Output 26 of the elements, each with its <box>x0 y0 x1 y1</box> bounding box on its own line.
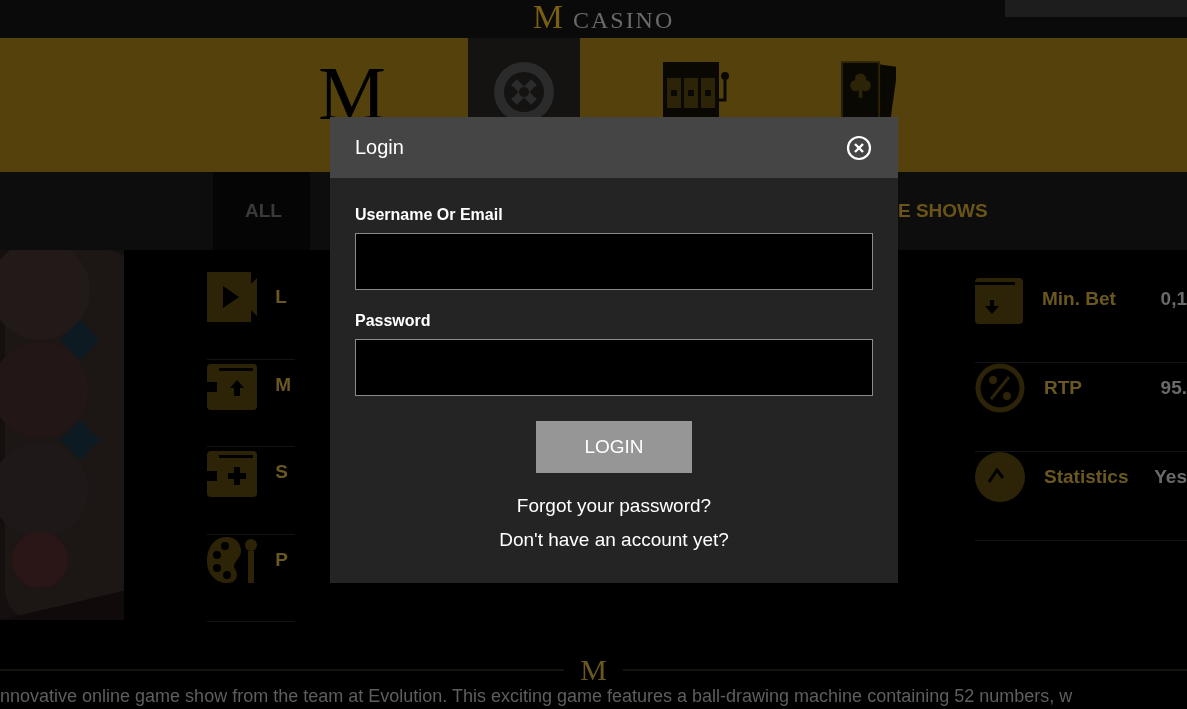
feature-label: S <box>275 461 288 483</box>
feature-label: P <box>275 548 288 571</box>
casino-logo[interactable]: M CASINO <box>532 0 675 38</box>
percent-icon <box>975 363 1025 413</box>
feature-label: Statistics <box>1044 466 1129 488</box>
field-label: Username Or Email <box>355 206 504 224</box>
description-text: nnovative online game show from the team at Evolution. This exciting game features a ball-drawing machine containing 52 numbers, w <box>0 686 1074 707</box>
close-button[interactable] <box>846 134 872 161</box>
feature-value: Yes <box>1154 466 1187 488</box>
feature-label: L <box>275 286 287 308</box>
feature-value: 0,1 <box>1160 288 1187 310</box>
text-link[interactable]: Don't have an account yet? <box>499 523 729 557</box>
login-button[interactable]: LOGIN <box>536 421 692 473</box>
text-link[interactable]: Forgot your password? <box>516 489 712 523</box>
field-label: Password <box>355 312 432 330</box>
input-field[interactable] <box>355 233 873 290</box>
video-camera-icon <box>207 272 258 322</box>
dialog-title: Login <box>355 136 404 159</box>
palette-icon <box>207 534 258 585</box>
feature-label: RTP <box>1044 377 1082 399</box>
input-field[interactable] <box>355 339 873 396</box>
filter-tab[interactable]: E SHOWS <box>898 172 988 250</box>
feature-label: M <box>275 373 292 396</box>
feature-label: Min. Bet <box>1042 288 1116 310</box>
divider-logo: M <box>580 653 607 687</box>
feature-value: 95. <box>1160 377 1187 399</box>
